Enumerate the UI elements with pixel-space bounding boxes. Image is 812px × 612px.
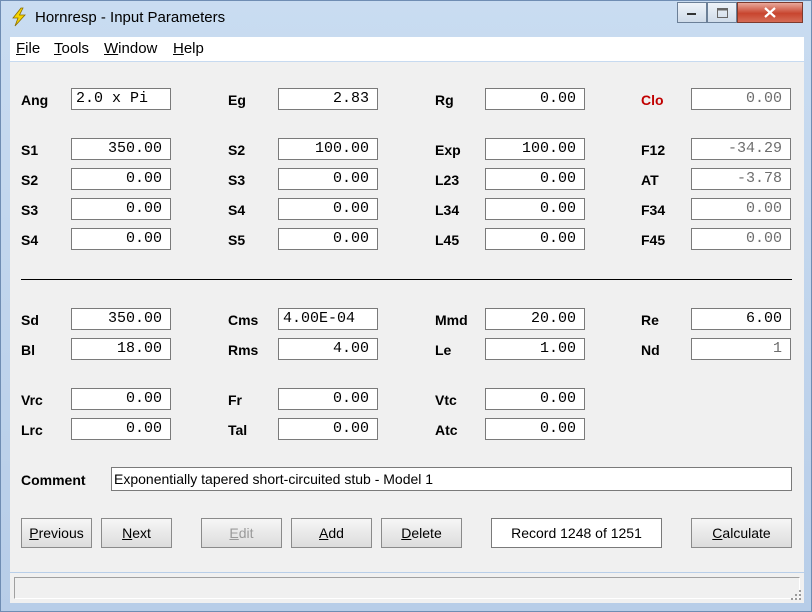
calculate-button[interactable]: Calculate [691, 518, 792, 548]
label-clo: Clo [641, 92, 664, 108]
menu-file[interactable]: File [16, 40, 40, 57]
rg-field[interactable]: 0.00 [485, 88, 585, 110]
f45-field: 0.00 [691, 228, 791, 250]
close-button[interactable] [737, 2, 803, 23]
app-window: Hornresp - Input Parameters File Tools W… [0, 0, 812, 612]
delete-button[interactable]: Delete [381, 518, 462, 548]
s3-field[interactable]: 0.00 [278, 168, 378, 190]
label-vtc: Vtc [435, 392, 457, 408]
label-cms: Cms [228, 312, 259, 328]
vrc-field[interactable]: 0.00 [71, 388, 171, 410]
atc-field[interactable]: 0.00 [485, 418, 585, 440]
s2-second-field[interactable]: 0.00 [71, 168, 171, 190]
le-field[interactable]: 1.00 [485, 338, 585, 360]
lrc-field[interactable]: 0.00 [71, 418, 171, 440]
l34-field[interactable]: 0.00 [485, 198, 585, 220]
resize-grip-icon[interactable] [790, 589, 802, 601]
label-l23: L23 [435, 172, 460, 188]
label-nd: Nd [641, 342, 660, 358]
label-s2-second: S2 [21, 172, 39, 188]
label-ang: Ang [21, 92, 49, 108]
s4-second-field[interactable]: 0.00 [71, 228, 171, 250]
lightning-bolt-icon [12, 7, 26, 27]
label-at: AT [641, 172, 659, 188]
menu-window[interactable]: Window [104, 40, 157, 57]
label-rg: Rg [435, 92, 454, 108]
s5-field[interactable]: 0.00 [278, 228, 378, 250]
label-bl: Bl [21, 342, 35, 358]
label-rms: Rms [228, 342, 259, 358]
label-s4: S4 [228, 202, 246, 218]
label-comment: Comment [21, 472, 86, 488]
l45-field[interactable]: 0.00 [485, 228, 585, 250]
rms-field[interactable]: 4.00 [278, 338, 378, 360]
section-divider [21, 279, 792, 280]
menu-tools[interactable]: Tools [54, 40, 89, 57]
sd-field[interactable]: 350.00 [71, 308, 171, 330]
label-s4-second: S4 [21, 232, 39, 248]
label-s3-second: S3 [21, 202, 39, 218]
label-l34: L34 [435, 202, 460, 218]
label-sd: Sd [21, 312, 39, 328]
label-f12: F12 [641, 142, 666, 158]
clo-field: 0.00 [691, 88, 791, 110]
f12-field: -34.29 [691, 138, 791, 160]
menu-help[interactable]: Help [173, 40, 204, 57]
comment-field[interactable]: Exponentially tapered short-circuited st… [111, 467, 792, 491]
label-le: Le [435, 342, 452, 358]
label-s5: S5 [228, 232, 246, 248]
at-field: -3.78 [691, 168, 791, 190]
label-s1: S1 [21, 142, 39, 158]
previous-button[interactable]: Previous [21, 518, 92, 548]
label-s3: S3 [228, 172, 246, 188]
mmd-field[interactable]: 20.00 [485, 308, 585, 330]
s3-second-field[interactable]: 0.00 [71, 198, 171, 220]
label-exp: Exp [435, 142, 461, 158]
f34-field: 0.00 [691, 198, 791, 220]
nd-field: 1 [691, 338, 791, 360]
status-bar [10, 573, 804, 603]
maximize-button[interactable] [707, 2, 737, 23]
record-indicator: Record 1248 of 1251 [491, 518, 662, 548]
bl-field[interactable]: 18.00 [71, 338, 171, 360]
s1-field[interactable]: 350.00 [71, 138, 171, 160]
s2-field[interactable]: 100.00 [278, 138, 378, 160]
re-field[interactable]: 6.00 [691, 308, 791, 330]
label-eg: Eg [228, 92, 246, 108]
label-atc: Atc [435, 422, 458, 438]
label-re: Re [641, 312, 659, 328]
next-button[interactable]: Next [101, 518, 172, 548]
label-mmd: Mmd [435, 312, 468, 328]
menu-bar: File Tools Window Help [10, 37, 804, 61]
s4-field[interactable]: 0.00 [278, 198, 378, 220]
label-lrc: Lrc [21, 422, 43, 438]
cms-field[interactable]: 4.00E-04 [278, 308, 378, 330]
title-bar[interactable]: Hornresp - Input Parameters [1, 1, 811, 35]
eg-field[interactable]: 2.83 [278, 88, 378, 110]
minimize-button[interactable] [677, 2, 707, 23]
status-field [14, 577, 800, 599]
label-f34: F34 [641, 202, 666, 218]
edit-button[interactable]: Edit [201, 518, 282, 548]
label-l45: L45 [435, 232, 460, 248]
input-parameters-form: Ang 2.0 x Pi Eg 2.83 Rg 0.00 Clo 0.00 S1… [10, 62, 804, 572]
label-f45: F45 [641, 232, 666, 248]
label-tal: Tal [228, 422, 248, 438]
ang-field[interactable]: 2.0 x Pi [71, 88, 171, 110]
label-s2: S2 [228, 142, 246, 158]
tal-field[interactable]: 0.00 [278, 418, 378, 440]
maximize-icon [716, 7, 728, 18]
label-vrc: Vrc [21, 392, 43, 408]
exp-field[interactable]: 100.00 [485, 138, 585, 160]
add-button[interactable]: Add [291, 518, 372, 548]
label-fr: Fr [228, 392, 242, 408]
minimize-icon [687, 12, 696, 15]
close-icon [764, 7, 776, 18]
fr-field[interactable]: 0.00 [278, 388, 378, 410]
vtc-field[interactable]: 0.00 [485, 388, 585, 410]
window-title: Hornresp - Input Parameters [35, 9, 226, 26]
l23-field[interactable]: 0.00 [485, 168, 585, 190]
